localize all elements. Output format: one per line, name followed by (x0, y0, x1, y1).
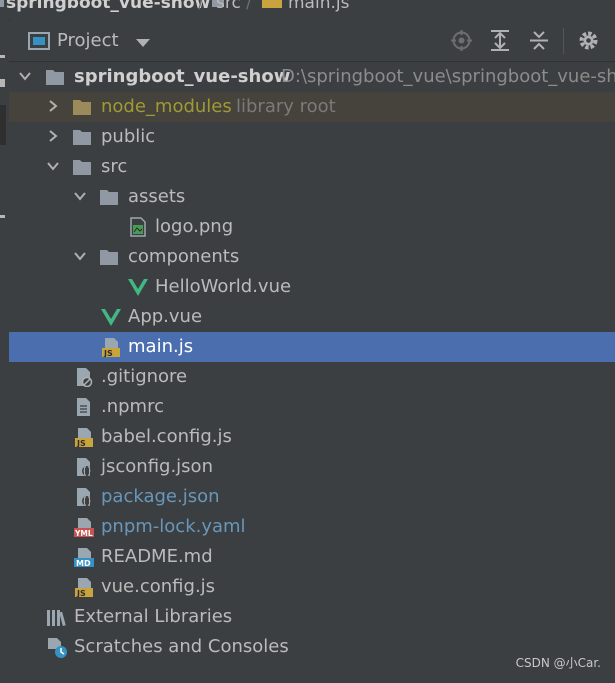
yml-badge-text: YML (74, 529, 93, 537)
tree-node-public[interactable]: public (9, 122, 615, 152)
js-file-icon (262, 0, 282, 8)
json-file-icon (77, 488, 92, 506)
tree-label: components (128, 246, 240, 267)
chevron-right-icon[interactable] (46, 99, 60, 113)
yaml-file-icon: YML (74, 518, 94, 537)
breadcrumb-src[interactable]: src (216, 0, 241, 13)
tree-label: src (101, 156, 128, 177)
js-file-icon: JS (102, 338, 120, 357)
tree-label: package.json (101, 486, 220, 507)
tree-label: jsconfig.json (101, 456, 213, 477)
breadcrumb-separator: / (246, 0, 252, 13)
tree-node-npmrc[interactable]: .npmrc (9, 392, 615, 422)
js-badge-text: JS (76, 589, 86, 597)
chevron-down-icon[interactable] (73, 189, 87, 203)
vue-file-icon (128, 279, 148, 296)
tool-window-marker (0, 215, 5, 218)
tree-label: babel.config.js (101, 426, 232, 447)
tree-node-gitignore[interactable]: .gitignore (9, 362, 615, 392)
tree-node-main-js[interactable]: JS main.js (9, 332, 615, 362)
markdown-file-icon: MD (74, 548, 94, 567)
tool-window-tab[interactable] (0, 105, 6, 145)
collapse-all-icon[interactable] (529, 30, 549, 51)
json-file-icon (77, 458, 92, 476)
tree-node-package-json[interactable]: package.json (9, 482, 615, 512)
text-file-icon (77, 398, 90, 416)
locate-icon[interactable] (451, 30, 472, 51)
tree-label: Scratches and Consoles (74, 636, 289, 657)
scratches-icon (48, 638, 67, 658)
watermark: CSDN @小Car. (515, 656, 601, 670)
tool-window-marker (0, 79, 5, 87)
tree-label: .npmrc (101, 396, 164, 417)
folder-icon (73, 130, 91, 145)
tree-node-root[interactable]: springboot_vue-show D:\springboot_vue\sp… (9, 62, 615, 92)
breadcrumb-separator: / (198, 0, 204, 13)
tree-node-readme-md[interactable]: MD README.md (9, 542, 615, 572)
tree-label: public (101, 126, 156, 147)
folder-icon (73, 160, 91, 175)
tree-node-babel-config-js[interactable]: JS babel.config.js (9, 422, 615, 452)
project-window-icon (28, 32, 50, 50)
tree-node-assets[interactable]: assets (9, 182, 615, 212)
project-view-title[interactable]: Project (57, 30, 119, 51)
chevron-down-icon[interactable] (136, 39, 150, 47)
gear-icon[interactable] (578, 30, 599, 51)
tree-label: pnpm-lock.yaml (101, 516, 246, 537)
chevron-down-icon[interactable] (46, 159, 60, 173)
excluded-folder-icon (73, 100, 91, 115)
chevron-right-icon[interactable] (46, 129, 60, 143)
tree-label: main.js (128, 336, 194, 357)
folder-icon (100, 250, 118, 265)
tree-label: assets (128, 186, 186, 207)
image-file-icon (130, 217, 146, 237)
tree-node-logo-png[interactable]: logo.png (9, 212, 615, 242)
tree-node-pnpm-lock-yaml[interactable]: YML pnpm-lock.yaml (9, 512, 615, 542)
tree-label: vue.config.js (101, 576, 216, 597)
tree-node-helloworld-vue[interactable]: HelloWorld.vue (9, 272, 615, 302)
breadcrumb: springboot_vue-show / src / main.js (0, 0, 615, 19)
chevron-down-icon[interactable] (18, 69, 32, 83)
js-badge-text: JS (103, 349, 113, 357)
folder-icon (46, 70, 64, 85)
js-badge-text: JS (76, 439, 86, 447)
tree-node-jsconfig-json[interactable]: jsconfig.json (9, 452, 615, 482)
libraries-icon (47, 610, 66, 627)
library-root-hint: library root (236, 96, 336, 117)
project-tree: springboot_vue-show D:\springboot_vue\sp… (9, 62, 615, 683)
tree-label: .gitignore (101, 366, 188, 387)
tree-root-label: springboot_vue-show (74, 66, 291, 87)
js-file-icon: JS (75, 578, 93, 597)
tree-node-node-modules[interactable]: node_modules library root (9, 92, 615, 122)
tree-node-vue-config-js[interactable]: JS vue.config.js (9, 572, 615, 602)
tree-node-app-vue[interactable]: App.vue (9, 302, 615, 332)
tree-label: External Libraries (74, 606, 233, 627)
md-badge-text: MD (76, 559, 91, 567)
tree-label: logo.png (155, 216, 234, 237)
toolbar-divider (563, 28, 564, 54)
tree-node-components[interactable]: components (9, 242, 615, 272)
breadcrumb-project[interactable]: springboot_vue-show (6, 0, 210, 13)
project-toolbar: Project (9, 20, 615, 62)
tree-label: HelloWorld.vue (155, 276, 292, 297)
tree-label: App.vue (128, 306, 203, 327)
tree-node-external-libraries[interactable]: External Libraries (9, 602, 615, 632)
expand-all-icon[interactable] (490, 30, 510, 51)
tree-label: node_modules (101, 96, 232, 117)
folder-icon (100, 190, 118, 205)
breadcrumb-main-js[interactable]: main.js (288, 0, 349, 13)
tree-root-path: D:\springboot_vue\springboot_vue-show (281, 66, 615, 87)
js-file-icon: JS (75, 428, 93, 447)
tool-window-marker (0, 55, 5, 58)
folder-icon (0, 0, 4, 7)
tree-node-src[interactable]: src (9, 152, 615, 182)
tree-label: README.md (101, 546, 213, 567)
chevron-down-icon[interactable] (73, 249, 87, 263)
vue-file-icon (101, 309, 121, 326)
ignore-file-icon (77, 368, 93, 387)
